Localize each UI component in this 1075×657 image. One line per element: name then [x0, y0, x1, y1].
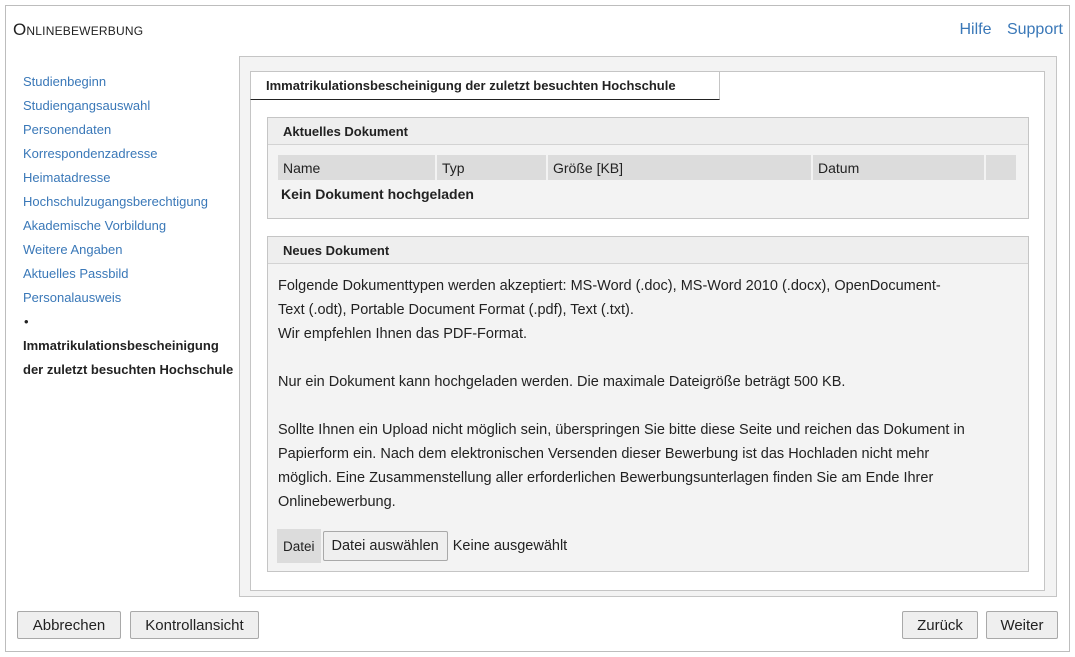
column-actions	[985, 155, 1018, 180]
current-item-line2: der zuletzt besuchten Hochschule	[23, 362, 234, 377]
sidebar-current-item: Immatrikulationsbescheinigung der zuletz…	[23, 334, 239, 382]
new-document-heading: Neues Dokument	[268, 237, 1028, 264]
new-document-panel: Neues Dokument Folgende Dokumenttypen we…	[267, 236, 1029, 572]
sidebar-item-weitere-angaben[interactable]: Weitere Angaben	[23, 238, 239, 262]
column-type: Typ	[436, 155, 548, 180]
tab-immatrikulationsbescheinigung[interactable]: Immatrikulationsbescheinigung der zuletz…	[250, 71, 720, 100]
column-size: Größe [KB]	[547, 155, 813, 180]
info-line: Papierform ein. Nach dem elektronischen …	[278, 446, 930, 462]
support-link[interactable]: Support	[1007, 21, 1063, 38]
sidebar-item-studiengangsauswahl[interactable]: Studiengangsauswahl	[23, 94, 239, 118]
back-button[interactable]: Zurück	[902, 611, 978, 639]
file-upload-row: Datei Datei auswählen Keine ausgewählt	[277, 529, 567, 563]
sidebar-item-hochschulzugangsberechtigung[interactable]: Hochschulzugangsberechtigung	[23, 190, 239, 214]
no-document-message: Kein Dokument hochgeladen	[281, 186, 474, 202]
current-item-bullet: •	[24, 314, 29, 329]
content-card: Immatrikulationsbescheinigung der zuletz…	[250, 71, 1045, 591]
info-line: möglich. Eine Zusammenstellung aller erf…	[278, 470, 934, 486]
cancel-button[interactable]: Abbrechen	[17, 611, 121, 639]
info-line: Text (.odt), Portable Document Format (.…	[278, 302, 634, 318]
sidebar-nav: Studienbeginn Studiengangsauswahl Person…	[23, 70, 239, 382]
top-links: Hilfe Support	[948, 21, 1063, 39]
help-link[interactable]: Hilfe	[959, 21, 991, 38]
control-view-button[interactable]: Kontrollansicht	[130, 611, 259, 639]
sidebar-item-personalausweis[interactable]: Personalausweis	[23, 286, 239, 310]
info-line: Onlinebewerbung.	[278, 494, 396, 510]
next-button[interactable]: Weiter	[986, 611, 1058, 639]
sidebar-item-heimatadresse[interactable]: Heimatadresse	[23, 166, 239, 190]
sidebar-item-studienbeginn[interactable]: Studienbeginn	[23, 70, 239, 94]
sidebar-item-personendaten[interactable]: Personendaten	[23, 118, 239, 142]
app-title: Onlinebewerbung	[13, 20, 144, 39]
upload-instructions: Folgende Dokumenttypen werden akzeptiert…	[268, 264, 1028, 514]
column-name: Name	[278, 155, 437, 180]
sidebar-item-akademische-vorbildung[interactable]: Akademische Vorbildung	[23, 214, 239, 238]
choose-file-button[interactable]: Datei auswählen	[322, 531, 448, 561]
info-line: Folgende Dokumenttypen werden akzeptiert…	[278, 278, 941, 294]
table-header-row: Name Typ Größe [KB] Datum	[278, 155, 1018, 180]
file-status: Keine ausgewählt	[452, 538, 568, 554]
paper-form-text: Sollte Ihnen ein Upload nicht möglich se…	[278, 418, 1018, 514]
accepted-types-text: Folgende Dokumenttypen werden akzeptiert…	[278, 274, 1018, 346]
size-limit-text: Nur ein Dokument kann hochgeladen werden…	[278, 374, 846, 390]
document-table: Name Typ Größe [KB] Datum	[278, 155, 1018, 180]
info-line: Wir empfehlen Ihnen das PDF-Format.	[278, 326, 528, 342]
sidebar-item-korrespondenzadresse[interactable]: Korrespondenzadresse	[23, 142, 239, 166]
current-document-panel: Aktuelles Dokument Name Typ Größe [KB] D…	[267, 117, 1029, 219]
column-date: Datum	[812, 155, 986, 180]
current-item-line1: Immatrikulationsbescheinigung	[23, 338, 219, 353]
file-label: Datei	[277, 529, 321, 563]
content-area: Immatrikulationsbescheinigung der zuletz…	[239, 56, 1057, 597]
sidebar-item-aktuelles-passbild[interactable]: Aktuelles Passbild	[23, 262, 239, 286]
info-line: Sollte Ihnen ein Upload nicht möglich se…	[278, 422, 965, 438]
current-document-heading: Aktuelles Dokument	[268, 118, 1028, 145]
